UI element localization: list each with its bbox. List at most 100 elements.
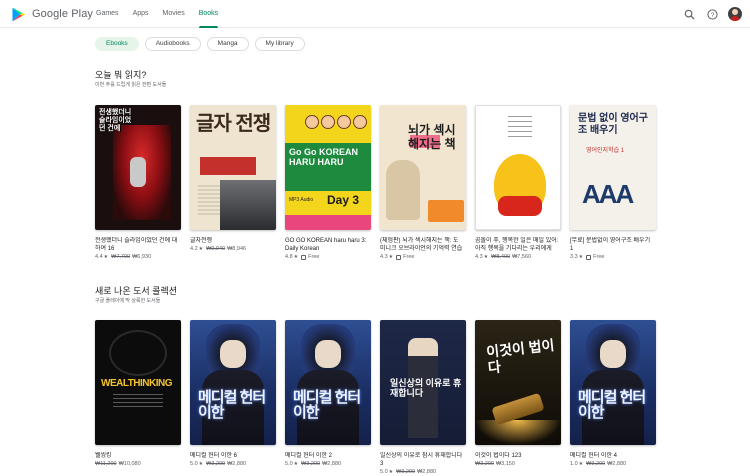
nav-books[interactable]: Books bbox=[198, 0, 219, 28]
star-icon: ★ bbox=[293, 254, 299, 260]
price: ₩2,880 bbox=[322, 461, 342, 467]
book-meta: ₩11,200 ₩10,080 bbox=[95, 461, 181, 467]
chip-my-library[interactable]: My library bbox=[254, 37, 305, 51]
top-bar: Google Play Games Apps Movies Books ? bbox=[0, 0, 750, 28]
logo-text: Google Play bbox=[32, 8, 94, 20]
book-card[interactable]: 이것이 법이다 이것이 법이다 123 ₩3,200 ₩3,150 bbox=[475, 320, 561, 467]
book-card[interactable]: 메디컬 헌터 이한 메디컬 헌터 이한 6 5.0 ★ ₩3,200 ₩2,880 bbox=[190, 320, 276, 467]
rating: 5.0 bbox=[190, 461, 198, 467]
price: ₩7,560 bbox=[512, 254, 532, 260]
book-cover[interactable]: 이것이 법이다 bbox=[475, 320, 561, 445]
book-card[interactable]: 문법 없이 영어구조 배우기 영어인지학습 1 AAA [무료] 문법없이 영어… bbox=[570, 105, 656, 260]
book-card[interactable]: WEALTHINKING 웰씽킹 ₩11,200 ₩10,080 bbox=[95, 320, 181, 467]
price: Free bbox=[593, 254, 605, 260]
cover-title: 글자 전쟁 bbox=[196, 113, 271, 135]
book-cover[interactable]: 메디컬 헌터 이한 bbox=[570, 320, 656, 445]
rating: 1.0 bbox=[570, 461, 578, 467]
book-cover[interactable]: 전생했더니 슬라임이었던 건에 bbox=[95, 105, 181, 230]
original-price: ₩3,200 bbox=[396, 469, 416, 475]
original-price: ₩3,200 bbox=[586, 461, 606, 467]
book-cover[interactable]: 메디컬 헌터 이한 bbox=[285, 320, 371, 445]
star-icon: ★ bbox=[578, 254, 584, 260]
book-meta: 5.0 ★ ₩3,200 ₩2,880 bbox=[380, 469, 466, 475]
section-title[interactable]: 오늘 뭐 읽지? bbox=[95, 68, 146, 81]
google-play-logo[interactable]: Google Play bbox=[12, 6, 93, 22]
book-meta: 1.0 ★ ₩3,200 ₩2,880 bbox=[570, 461, 656, 467]
cover-title: 메디컬 헌터 이한 bbox=[198, 389, 266, 421]
tag-icon bbox=[586, 254, 592, 260]
book-card[interactable]: 메디컬 헌터 이한 메디컬 헌터 이한 4 1.0 ★ ₩3,200 ₩2,880 bbox=[570, 320, 656, 467]
book-card[interactable]: 곰돌이 푸, 행복한 일은 매일 있어: 아직 행복을 기다리는 우리에게 4.… bbox=[475, 105, 561, 260]
book-title[interactable]: 글자전쟁 bbox=[190, 237, 274, 245]
book-cover[interactable]: 문법 없이 영어구조 배우기 영어인지학습 1 AAA bbox=[570, 105, 656, 230]
star-icon: ★ bbox=[483, 254, 489, 260]
book-title[interactable]: 곰돌이 푸, 행복한 일은 매일 있어: 아직 행복을 기다리는 우리에게 bbox=[475, 237, 559, 253]
cover-day: Day 3 bbox=[327, 193, 360, 207]
original-price: ₩11,200 bbox=[95, 461, 117, 467]
book-cover[interactable] bbox=[475, 105, 561, 230]
original-price: ₩8,400 bbox=[491, 254, 511, 260]
chip-audiobooks[interactable]: Audiobooks bbox=[144, 37, 201, 51]
rating: 5.0 bbox=[285, 461, 293, 467]
star-icon: ★ bbox=[293, 461, 299, 467]
book-cover[interactable]: Go Go KOREAN HARU HARU MP3 Audio Day 3 bbox=[285, 105, 371, 230]
book-title[interactable]: 일신상의 이유로 잠시 휴재합니다 3 bbox=[380, 452, 464, 468]
price: Free bbox=[403, 254, 415, 260]
cover-title: WEALTHINKING bbox=[101, 378, 173, 389]
book-title[interactable]: 메디컬 헌터 이한 6 bbox=[190, 452, 274, 460]
star-icon: ★ bbox=[103, 254, 109, 260]
star-icon: ★ bbox=[388, 469, 394, 475]
nav-games[interactable]: Games bbox=[96, 0, 119, 28]
cover-title: 뇌가 섹시해지는 책 bbox=[408, 123, 456, 151]
search-icon[interactable] bbox=[682, 7, 696, 21]
price: ₩2,880 bbox=[607, 461, 627, 467]
nav-apps[interactable]: Apps bbox=[133, 0, 149, 28]
price: Free bbox=[308, 254, 320, 260]
rating: 5.0 bbox=[380, 469, 388, 475]
book-cover[interactable]: 메디컬 헌터 이한 bbox=[190, 320, 276, 445]
main-nav: Games Apps Movies Books bbox=[96, 0, 232, 28]
book-cover[interactable]: WEALTHINKING bbox=[95, 320, 181, 445]
nav-movies[interactable]: Movies bbox=[163, 0, 185, 28]
book-title[interactable]: 웰씽킹 bbox=[95, 452, 179, 460]
book-title[interactable]: (체험판) 뇌가 섹시해지는 책: 도미니크 오브라이언의 기억력 연습 ... bbox=[380, 237, 464, 253]
book-title[interactable]: 이것이 법이다 123 bbox=[475, 452, 559, 460]
book-title[interactable]: 메디컬 헌터 이한 4 bbox=[570, 452, 654, 460]
book-title[interactable]: 전생했더니 슬라임이었던 건에 대하여 16 bbox=[95, 237, 179, 253]
price: ₩2,880 bbox=[227, 461, 247, 467]
rating: 4.3 bbox=[475, 254, 483, 260]
original-price: ₩3,200 bbox=[475, 461, 494, 467]
book-cover[interactable]: 뇌가 섹시해지는 책 bbox=[380, 105, 466, 230]
book-title[interactable]: [무료] 문법없이 영어구조 배우기 1 bbox=[570, 237, 654, 253]
book-card[interactable]: 글자 전쟁 글자전쟁 4.2 ★ ₩9,940 ₩8,946 bbox=[190, 105, 276, 252]
book-meta: 5.0 ★ ₩3,200 ₩2,880 bbox=[285, 461, 371, 467]
star-icon: ★ bbox=[198, 246, 204, 252]
book-meta: 4.2 ★ ₩9,940 ₩8,946 bbox=[190, 246, 276, 252]
account-avatar[interactable] bbox=[728, 7, 742, 21]
book-cover[interactable]: 일신상의 이유로 휴재합니다 bbox=[380, 320, 466, 445]
book-title[interactable]: 메디컬 헌터 이한 2 bbox=[285, 452, 369, 460]
rating: 4.4 bbox=[95, 254, 103, 260]
cover-title: 이것이 법이다 bbox=[485, 336, 556, 376]
book-meta: 4.4 ★ ₩7,700 ₩6,930 bbox=[95, 254, 181, 260]
book-title[interactable]: GO GO KOREAN haru haru 3: Daily Korean bbox=[285, 237, 369, 253]
help-icon[interactable]: ? bbox=[705, 7, 719, 21]
book-card[interactable]: 뇌가 섹시해지는 책 (체험판) 뇌가 섹시해지는 책: 도미니크 오브라이언의… bbox=[380, 105, 466, 260]
rating: 4.2 bbox=[190, 246, 198, 252]
book-meta: 4.3 ★ Free bbox=[380, 254, 466, 260]
cover-title: 문법 없이 영어구조 배우기 bbox=[578, 113, 648, 136]
rating: 4.3 bbox=[380, 254, 388, 260]
category-chips: Ebooks Audiobooks Manga My library bbox=[95, 37, 311, 51]
book-card[interactable]: 메디컬 헌터 이한 메디컬 헌터 이한 2 5.0 ★ ₩3,200 ₩2,880 bbox=[285, 320, 371, 467]
cover-title: 메디컬 헌터 이한 bbox=[293, 389, 361, 421]
cover-title: Go Go KOREAN HARU HARU bbox=[289, 147, 358, 167]
book-card[interactable]: 전생했더니 슬라임이었던 건에 전생했더니 슬라임이었던 건에 대하여 16 4… bbox=[95, 105, 181, 260]
book-card[interactable]: 일신상의 이유로 휴재합니다 일신상의 이유로 잠시 휴재합니다 3 5.0 ★ … bbox=[380, 320, 466, 475]
price: ₩3,150 bbox=[495, 461, 515, 467]
chip-ebooks[interactable]: Ebooks bbox=[95, 37, 139, 51]
book-cover[interactable]: 글자 전쟁 bbox=[190, 105, 276, 230]
book-card[interactable]: Go Go KOREAN HARU HARU MP3 Audio Day 3 G… bbox=[285, 105, 371, 260]
play-icon bbox=[12, 7, 26, 21]
section-title[interactable]: 새로 나온 도서 콜렉션 bbox=[95, 284, 177, 297]
chip-manga[interactable]: Manga bbox=[206, 37, 249, 51]
